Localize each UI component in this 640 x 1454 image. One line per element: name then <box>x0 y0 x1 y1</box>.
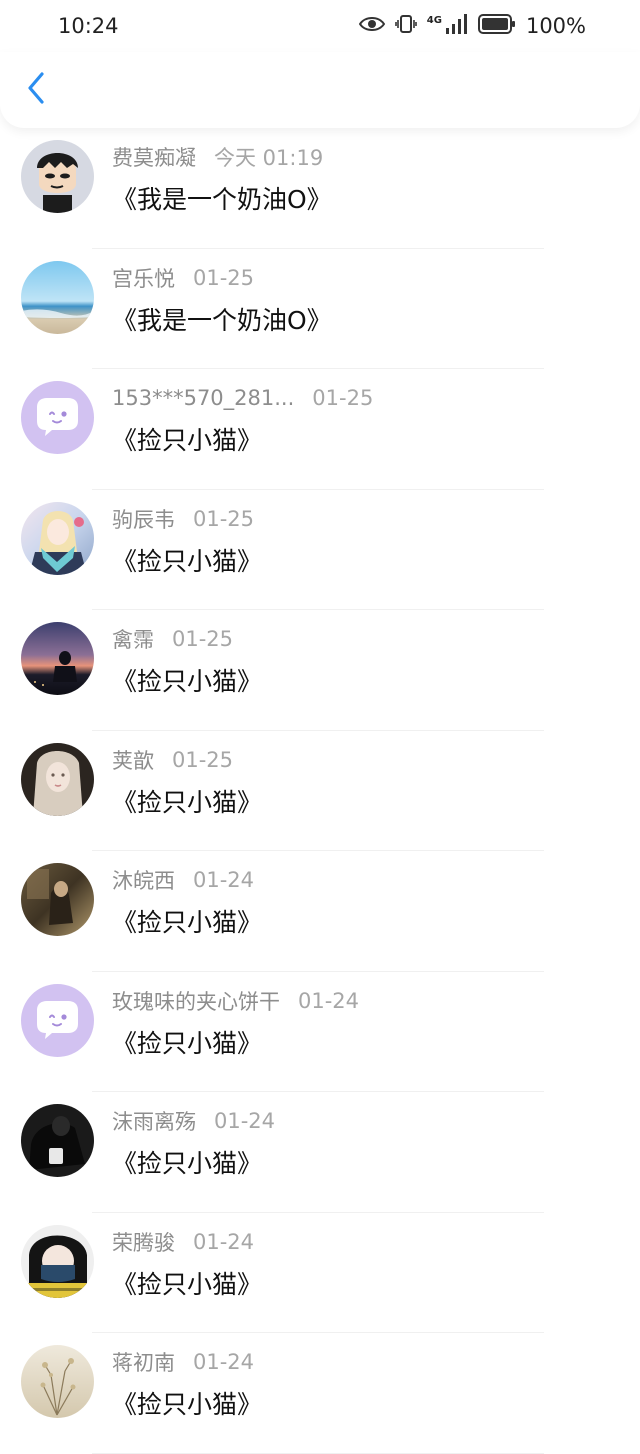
list-item[interactable]: 沐皖西 01-24 《捡只小猫》 <box>0 851 640 972</box>
message-meta: 费莫痴凝 今天 01:19 <box>112 142 323 172</box>
list-item[interactable]: 153***570_281... 01-25 《捡只小猫》 <box>0 369 640 490</box>
list-item[interactable]: 宫乐悦 01-25 《我是一个奶油O》 <box>0 249 640 369</box>
sender-name[interactable]: 费莫痴凝 <box>112 142 196 172</box>
avatar[interactable] <box>21 501 94 575</box>
sender-name[interactable]: 蒋初南 <box>112 1347 175 1377</box>
message-meta: 153***570_281... 01-25 <box>112 383 373 413</box>
message-time: 01-24 <box>193 1229 255 1254</box>
sender-name[interactable]: 禽霈 <box>112 624 154 654</box>
list-item[interactable]: 驹辰韦 01-25 《捡只小猫》 <box>0 490 640 610</box>
battery-icon <box>477 13 516 39</box>
message-meta: 禽霈 01-25 <box>112 624 233 654</box>
avatar[interactable] <box>21 260 94 334</box>
message-meta: 玫瑰味的夹心饼干 01-24 <box>112 986 359 1016</box>
message-meta: 沐皖西 01-24 <box>112 865 254 895</box>
message-meta: 荚歆 01-25 <box>112 745 233 775</box>
signal-icon <box>445 13 468 39</box>
avatar[interactable] <box>21 983 94 1057</box>
message-text[interactable]: 《捡只小猫》 <box>112 421 262 457</box>
avatar[interactable] <box>21 622 94 695</box>
sender-name[interactable]: 玫瑰味的夹心饼干 <box>112 986 280 1016</box>
sender-name[interactable]: 153***570_281... <box>112 386 294 410</box>
sender-name[interactable]: 荚歆 <box>112 745 154 775</box>
message-list: 费莫痴凝 今天 01:19 《我是一个奶油O》 宫乐悦 01-25 《我是一个奶油O》 15… <box>0 128 640 1454</box>
message-text[interactable]: 《捡只小猫》 <box>112 1024 262 1060</box>
list-item[interactable]: 荚歆 01-25 《捡只小猫》 <box>0 731 640 851</box>
list-item[interactable]: 沫雨离殇 01-24 《捡只小猫》 <box>0 1092 640 1213</box>
message-meta: 宫乐悦 01-25 <box>112 263 254 293</box>
nav-bar <box>0 52 640 128</box>
message-meta: 蒋初南 01-24 <box>112 1347 254 1377</box>
avatar[interactable] <box>21 863 94 936</box>
message-time: 01-24 <box>298 988 360 1013</box>
vibrate-icon <box>394 13 417 40</box>
message-time: 01-24 <box>193 1350 255 1374</box>
message-time: 01-25 <box>172 747 234 772</box>
message-meta: 荣腾骏 01-24 <box>112 1227 254 1257</box>
message-text[interactable]: 《捡只小猫》 <box>112 783 262 819</box>
list-item[interactable]: 荣腾骏 01-24 《捡只小猫》 <box>0 1213 640 1333</box>
list-item[interactable]: 费莫痴凝 今天 01:19 《我是一个奶油O》 <box>0 128 640 249</box>
message-text[interactable]: 《捡只小猫》 <box>112 1385 262 1421</box>
message-time: 01-25 <box>193 265 255 290</box>
network-label: 4G <box>426 14 442 26</box>
avatar[interactable] <box>21 742 94 816</box>
chevron-left-icon <box>26 72 46 108</box>
sender-name[interactable]: 驹辰韦 <box>112 504 175 534</box>
message-text[interactable]: 《捡只小猫》 <box>112 1144 262 1180</box>
list-item[interactable]: 玫瑰味的夹心饼干 01-24 《捡只小猫》 <box>0 972 640 1092</box>
avatar[interactable] <box>21 1224 94 1298</box>
sender-name[interactable]: 荣腾骏 <box>112 1227 175 1257</box>
sender-name[interactable]: 沫雨离殇 <box>112 1106 196 1136</box>
avatar[interactable] <box>21 381 94 454</box>
message-time: 01-25 <box>312 386 374 410</box>
message-text[interactable]: 《捡只小猫》 <box>112 1265 262 1301</box>
message-text[interactable]: 《捡只小猫》 <box>112 662 262 698</box>
back-button[interactable] <box>18 70 54 110</box>
message-meta: 驹辰韦 01-25 <box>112 504 254 534</box>
message-text[interactable]: 《我是一个奶油O》 <box>112 301 332 337</box>
message-time: 01-25 <box>193 506 255 531</box>
avatar[interactable] <box>21 1345 94 1418</box>
eye-icon <box>358 14 385 38</box>
message-time: 今天 01:19 <box>214 146 324 170</box>
message-time: 01-24 <box>193 868 255 892</box>
avatar[interactable] <box>21 140 94 213</box>
list-item[interactable]: 禽霈 01-25 《捡只小猫》 <box>0 610 640 731</box>
message-text[interactable]: 《我是一个奶油O》 <box>112 180 332 216</box>
sender-name[interactable]: 宫乐悦 <box>112 263 175 293</box>
message-meta: 沫雨离殇 01-24 <box>112 1106 275 1136</box>
divider <box>92 1452 544 1454</box>
sender-name[interactable]: 沐皖西 <box>112 865 175 895</box>
avatar[interactable] <box>21 1104 94 1177</box>
status-icons: 4G 100% <box>358 13 586 40</box>
message-text[interactable]: 《捡只小猫》 <box>112 542 262 578</box>
list-item[interactable]: 蒋初南 01-24 《捡只小猫》 <box>0 1333 640 1454</box>
status-time: 10:24 <box>58 14 119 38</box>
status-bar: 10:24 4G 100% <box>0 0 640 52</box>
message-time: 01-24 <box>214 1109 276 1133</box>
message-time: 01-25 <box>172 627 234 651</box>
message-text[interactable]: 《捡只小猫》 <box>112 903 262 939</box>
battery-percent: 100% <box>525 14 586 38</box>
